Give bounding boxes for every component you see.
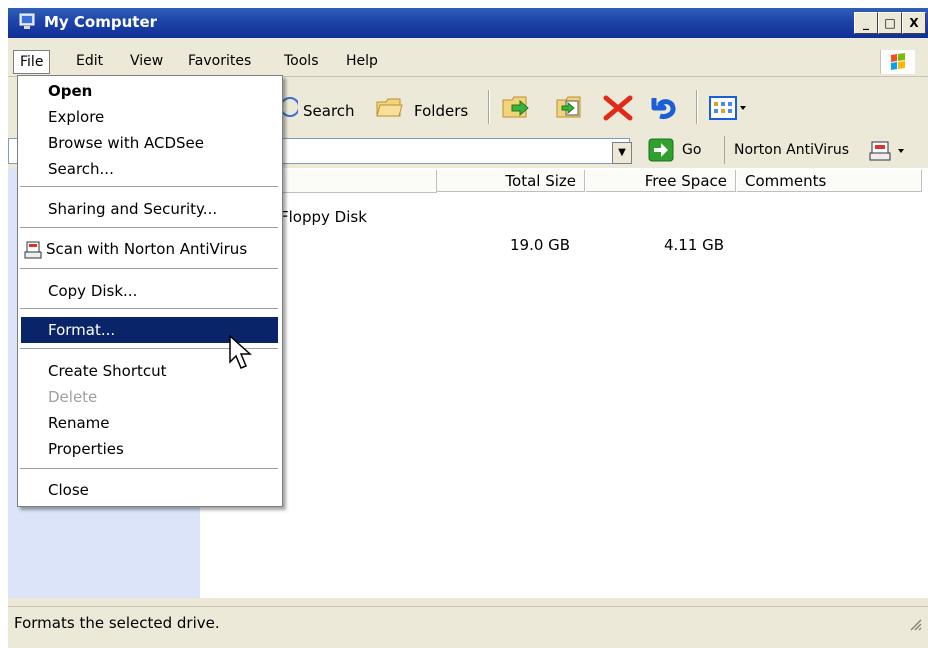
menu-separator — [20, 308, 278, 309]
menu-item-properties[interactable]: Properties — [18, 436, 280, 462]
folders-button[interactable]: Folders — [414, 102, 468, 120]
delete-icon[interactable] — [602, 94, 634, 122]
undo-icon[interactable] — [648, 92, 682, 122]
resize-grip-icon[interactable] — [908, 617, 922, 631]
toolbar-separator — [696, 90, 698, 124]
copy-to-icon[interactable] — [554, 92, 588, 122]
status-text: Formats the selected drive. — [14, 614, 220, 632]
menu-item-explore[interactable]: Explore — [18, 104, 280, 130]
computer-icon — [19, 13, 35, 29]
menu-view[interactable]: View — [124, 50, 169, 72]
menu-help[interactable]: Help — [340, 50, 384, 72]
toolbar-separator — [488, 90, 490, 124]
maximize-button[interactable]: □ — [878, 12, 902, 34]
addressbar-separator — [724, 136, 725, 164]
title-bar[interactable]: My Computer _ □ X — [8, 8, 928, 38]
file-menu-dropdown: Open Explore Browse with ACDSee Search..… — [17, 75, 283, 507]
window-title: My Computer — [44, 13, 158, 31]
menu-item-delete: Delete — [48, 388, 98, 406]
norton-antivirus-button[interactable]: Norton AntiVirus — [734, 142, 849, 158]
go-arrow-icon[interactable] — [648, 138, 674, 162]
menu-item-sharing-security[interactable]: Sharing and Security... — [18, 196, 280, 222]
views-icon[interactable] — [708, 94, 748, 122]
status-bar: Formats the selected drive. — [8, 606, 928, 637]
menu-item-browse-acdsee[interactable]: Browse with ACDSee — [18, 130, 280, 156]
menu-bar: File Edit View Favorites Tools Help — [8, 46, 928, 77]
mouse-cursor-icon — [229, 334, 252, 369]
menu-separator — [20, 186, 278, 187]
menu-item-copy-disk[interactable]: Copy Disk... — [18, 278, 280, 304]
file-list: Total Size Free Space Comments Floppy Di… — [200, 168, 928, 598]
drive-total-size: 19.0 GB — [510, 236, 571, 254]
windows-logo-icon — [880, 50, 915, 74]
folders-icon — [376, 98, 403, 117]
menu-separator — [20, 268, 278, 269]
table-row[interactable]: Floppy Disk — [200, 206, 920, 230]
column-header-comments[interactable]: Comments — [737, 170, 922, 192]
close-button[interactable]: X — [902, 12, 926, 34]
menu-tools[interactable]: Tools — [278, 50, 325, 72]
search-button[interactable]: Search — [303, 102, 355, 120]
menu-item-close[interactable]: Close — [18, 477, 280, 503]
column-header-free-space[interactable]: Free Space — [586, 170, 736, 192]
move-to-icon[interactable] — [500, 92, 534, 122]
menu-separator — [20, 468, 278, 469]
norton-icon[interactable] — [868, 138, 908, 164]
go-button[interactable]: Go — [682, 142, 701, 158]
menu-edit[interactable]: Edit — [70, 50, 109, 72]
menu-item-rename[interactable]: Rename — [18, 410, 280, 436]
drive-name: Floppy Disk — [280, 208, 367, 226]
menu-item-search[interactable]: Search... — [18, 156, 280, 182]
table-row[interactable]: 19.0 GB 4.11 GB — [200, 234, 920, 258]
menu-separator — [20, 227, 278, 228]
address-dropdown-arrow-icon[interactable]: ▼ — [612, 142, 632, 164]
column-header-total-size[interactable]: Total Size — [437, 170, 585, 192]
minimize-button[interactable]: _ — [854, 12, 878, 34]
menu-file[interactable]: File — [13, 50, 51, 74]
menu-favorites[interactable]: Favorites — [182, 50, 257, 72]
menu-item-open[interactable]: Open — [18, 78, 280, 104]
drive-free-space: 4.11 GB — [664, 236, 725, 254]
menu-item-scan-norton[interactable]: Scan with Norton AntiVirus — [18, 236, 280, 262]
